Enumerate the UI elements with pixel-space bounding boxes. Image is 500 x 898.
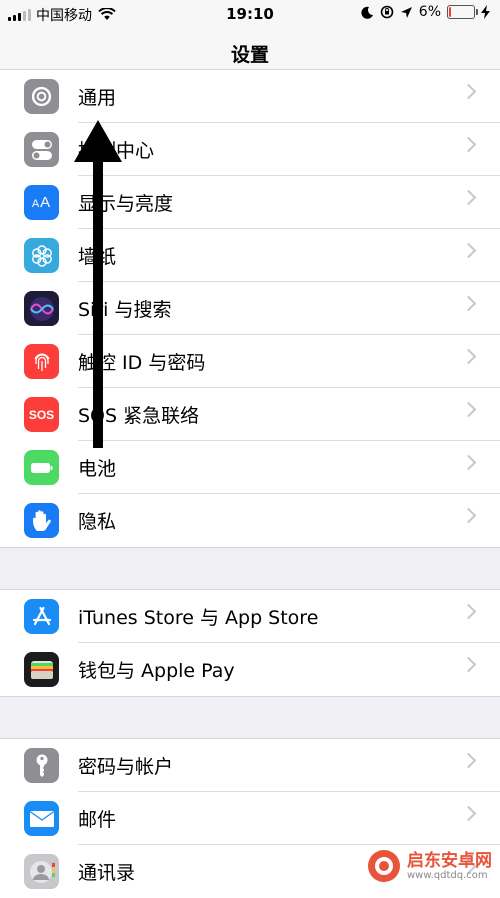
settings-row-battery[interactable]: 电池 <box>0 441 500 494</box>
settings-row-label: 隐私 <box>78 511 117 533</box>
watermark-name: 启东安卓网 <box>407 850 492 871</box>
gear-icon <box>24 79 59 114</box>
flower-icon <box>24 238 59 273</box>
charging-bolt-icon <box>481 5 490 19</box>
contacts-icon <box>24 854 59 889</box>
settings-row-mail[interactable]: 邮件 <box>0 792 500 845</box>
settings-row-control-center[interactable]: 控制中心 <box>0 123 500 176</box>
settings-row-emergency-sos[interactable]: SOS SOS 紧急联络 <box>0 388 500 441</box>
chevron-right-icon <box>460 603 477 620</box>
settings-row-touch-id-passcode[interactable]: 触控 ID 与密码 <box>0 335 500 388</box>
settings-group-stores: iTunes Store 与 App Store 钱包与 Apple Pay <box>0 589 500 697</box>
page-title: 设置 <box>230 44 269 66</box>
settings-row-wallet-apple-pay[interactable]: 钱包与 Apple Pay <box>0 643 500 696</box>
settings-row-label: 邮件 <box>78 809 117 831</box>
mail-icon <box>24 801 59 836</box>
settings-row-label: 触控 ID 与密码 <box>78 352 206 374</box>
settings-row-label: 显示与亮度 <box>78 193 174 215</box>
settings-row-label: 钱包与 Apple Pay <box>78 660 235 682</box>
chevron-right-icon <box>460 295 477 312</box>
key-icon <box>24 748 59 783</box>
chevron-right-icon <box>460 348 477 365</box>
settings-row-itunes-app-store[interactable]: iTunes Store 与 App Store <box>0 590 500 643</box>
siri-icon <box>24 291 59 326</box>
watermark-logo-icon <box>368 850 400 882</box>
settings-row-privacy[interactable]: 隐私 <box>0 494 500 547</box>
battery-icon <box>24 450 59 485</box>
app-store-icon <box>24 599 59 634</box>
location-icon <box>400 6 412 18</box>
battery-icon <box>447 5 478 19</box>
rotation-lock-icon <box>380 5 394 19</box>
toggle-switches-icon <box>24 132 59 167</box>
settings-row-label: 墙纸 <box>78 246 117 268</box>
sos-icon: SOS <box>24 397 59 432</box>
settings-row-general[interactable]: 通用 <box>0 70 500 123</box>
chevron-right-icon <box>460 401 477 418</box>
chevron-right-icon <box>460 242 477 259</box>
settings-row-label: 密码与帐户 <box>78 756 174 778</box>
settings-row-wallpaper[interactable]: 墙纸 <box>0 229 500 282</box>
settings-row-label: iTunes Store 与 App Store <box>78 607 319 629</box>
chevron-right-icon <box>460 507 477 524</box>
chevron-right-icon <box>460 805 477 822</box>
wallet-icon <box>24 652 59 687</box>
status-bar: 中国移动 19:10 6% <box>0 0 500 28</box>
battery-percentage: 6% <box>418 4 441 20</box>
settings-row-label: 控制中心 <box>78 140 155 162</box>
chevron-right-icon <box>460 136 477 153</box>
settings-row-passwords-accounts[interactable]: 密码与帐户 <box>0 739 500 792</box>
chevron-right-icon <box>460 83 477 100</box>
settings-row-siri-search[interactable]: Siri 与搜索 <box>0 282 500 335</box>
watermark-url: www.qdtdq.com <box>407 869 488 881</box>
chevron-right-icon <box>460 189 477 206</box>
text-size-aa-icon: AA <box>24 185 59 220</box>
watermark: 启东安卓网 www.qdtdq.com <box>367 849 492 883</box>
settings-row-label: 电池 <box>78 458 117 480</box>
settings-row-label: 通用 <box>78 87 117 109</box>
settings-row-label: Siri 与搜索 <box>78 299 172 321</box>
hand-icon <box>24 503 59 538</box>
settings-row-display-brightness[interactable]: AA 显示与亮度 <box>0 176 500 229</box>
moon-icon <box>361 6 373 19</box>
chevron-right-icon <box>460 752 477 769</box>
settings-group-general: 通用 控制中心 AA 显示与亮度 墙纸 Siri 与搜索 触控 ID 与密码 S… <box>0 69 500 548</box>
settings-row-label: 通讯录 <box>78 862 136 884</box>
chevron-right-icon <box>460 454 477 471</box>
settings-row-label: SOS 紧急联络 <box>78 405 200 427</box>
chevron-right-icon <box>460 656 477 673</box>
fingerprint-icon <box>24 344 59 379</box>
